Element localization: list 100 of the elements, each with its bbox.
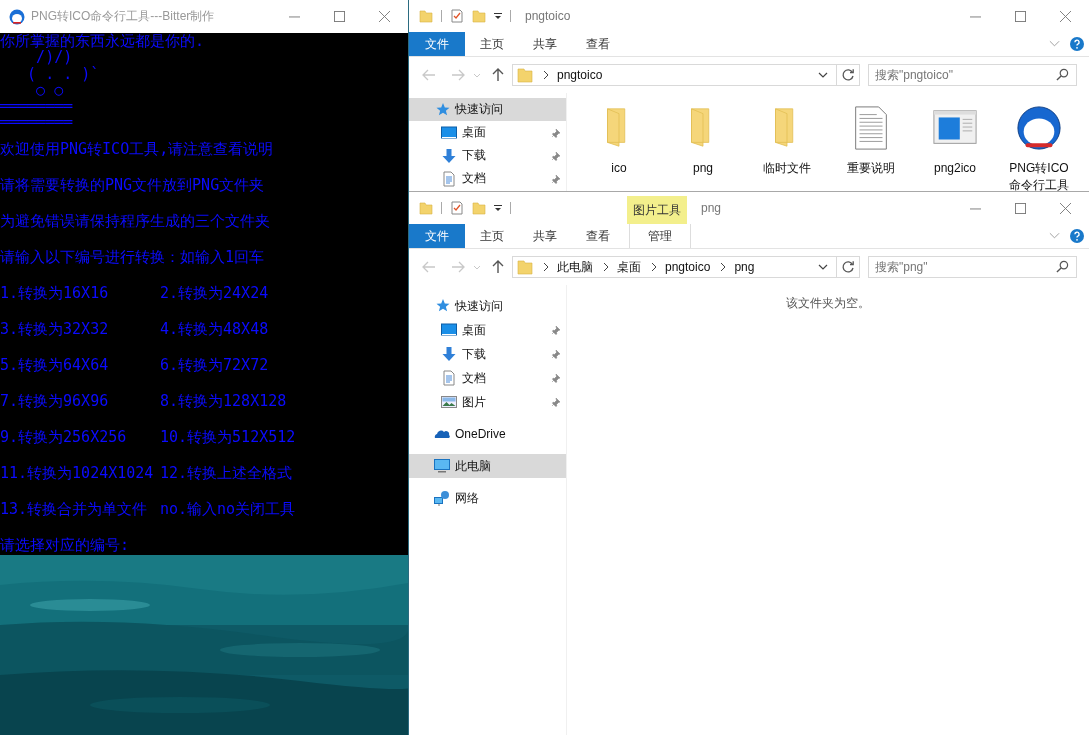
ribbon-tab[interactable]: 文件	[409, 32, 465, 56]
menu-option: 5.转换为64X64	[0, 346, 160, 383]
nav-item[interactable]: 此电脑	[409, 454, 566, 478]
breadcrumb-item[interactable]: pngtoico	[557, 68, 603, 82]
console-text: ( . . )`	[26, 65, 101, 82]
document-icon	[441, 170, 457, 187]
nav-item[interactable]: 图片	[409, 390, 566, 414]
empty-folder-message: 该文件夹为空。	[785, 295, 871, 312]
breadcrumb-item[interactable]: png	[734, 260, 755, 274]
document-icon	[441, 370, 457, 386]
menu-option: 3.转换为32X32	[0, 310, 160, 347]
nav-item[interactable]: 桌面	[409, 121, 566, 144]
file-name[interactable]: png2ico	[923, 160, 987, 177]
nav-item[interactable]: 桌面	[409, 318, 566, 342]
nav-item[interactable]: 下载	[409, 342, 566, 366]
console-text: ════════	[0, 114, 74, 131]
ribbon-tab[interactable]: 共享	[518, 224, 571, 248]
up-arrow-icon[interactable]	[492, 260, 504, 274]
nav-item[interactable]: OneDrive	[409, 422, 566, 446]
menu-option: 9.转换为256X256	[0, 418, 160, 455]
checklist-icon[interactable]	[450, 9, 464, 23]
menu-option: 6.转换为72X72	[160, 346, 408, 383]
ribbon-tab[interactable]: 查看	[571, 224, 624, 248]
search-icon[interactable]	[1056, 260, 1069, 273]
nav-item[interactable]: 快速访问	[409, 98, 566, 121]
menu-option: 8.转换为128X128	[160, 382, 408, 419]
file-name[interactable]: 重要说明	[839, 160, 903, 177]
chevron-right-icon[interactable]	[543, 262, 549, 272]
breadcrumb-item[interactable]: 此电脑	[557, 258, 593, 276]
star-icon	[434, 101, 450, 118]
down-arrow-icon	[441, 346, 457, 362]
ribbon-tab[interactable]: 文件	[409, 224, 465, 248]
file-name[interactable]: 临时文件	[755, 160, 819, 177]
file-name[interactable]: ico	[587, 160, 651, 177]
pin-icon[interactable]	[551, 349, 561, 359]
window-title: pngtoico	[525, 9, 571, 23]
pin-icon[interactable]	[551, 373, 561, 383]
ribbon-tab[interactable]: 共享	[518, 32, 571, 56]
star-icon	[434, 298, 450, 314]
nav-item[interactable]: 文档	[409, 167, 566, 190]
close-icon[interactable]	[1060, 202, 1071, 214]
app-icon[interactable]	[1016, 105, 1062, 151]
menu-option: 13.转换合并为单文件	[0, 490, 160, 527]
console-text: 欢迎使用PNG转ICO工具,请注意查看说明	[0, 139, 274, 158]
search-icon[interactable]	[1056, 68, 1069, 81]
up-arrow-icon[interactable]	[492, 68, 504, 82]
pin-icon[interactable]	[551, 325, 561, 335]
dropdown-caret-icon[interactable]	[818, 264, 828, 270]
pin-icon[interactable]	[551, 397, 561, 407]
search-field[interactable]: 搜索"pngtoico"	[868, 64, 1077, 86]
breadcrumb-item[interactable]: 桌面	[617, 258, 641, 276]
help-icon[interactable]	[1070, 229, 1084, 243]
down-arrow-icon	[441, 147, 457, 164]
file-name[interactable]: PNG转ICO命令行工具	[1007, 160, 1071, 191]
menu-option: no.输入no关闭工具	[160, 490, 408, 527]
nav-item[interactable]: 网络	[409, 486, 566, 510]
address-bar[interactable]: 此电脑 桌面 pngtoico png	[512, 256, 860, 278]
ribbon-tab[interactable]: 主页	[465, 224, 518, 248]
menu-option: 10.转换为512X512	[160, 418, 408, 455]
address-bar[interactable]: pngtoico	[512, 64, 860, 86]
ribbon-tab[interactable]: 主页	[465, 32, 518, 56]
pin-icon[interactable]	[551, 150, 561, 161]
window-title: png	[701, 201, 722, 215]
pin-icon[interactable]	[551, 173, 561, 184]
window-title: PNG转ICO命令行工具---Bitter制作	[31, 8, 215, 25]
file-name[interactable]: png	[671, 160, 735, 177]
console-text: /)/)	[35, 49, 74, 66]
menu-option: 1.转换为16X16	[0, 274, 160, 311]
maximize-icon[interactable]	[334, 11, 345, 22]
nav-item[interactable]: 下载	[409, 144, 566, 167]
close-icon[interactable]	[1060, 10, 1071, 22]
chevron-right-icon[interactable]	[543, 70, 549, 80]
ribbon-tab[interactable]: 管理	[629, 224, 691, 248]
maximize-icon[interactable]	[1015, 10, 1026, 22]
checklist-icon[interactable]	[450, 201, 464, 215]
chevron-right-icon[interactable]	[603, 262, 609, 272]
breadcrumb-item[interactable]: pngtoico	[665, 260, 711, 274]
monitor-icon	[441, 322, 457, 338]
console-text: 请选择对应的编号:	[0, 535, 130, 554]
menu-option: 12.转换上述全格式	[160, 454, 408, 491]
caret-icon[interactable]	[494, 204, 502, 212]
nav-item[interactable]: 快速访问	[409, 294, 566, 318]
console-text: ○ ○	[35, 81, 65, 99]
maximize-icon[interactable]	[1015, 202, 1026, 214]
console-text: 为避免错误请保持程序生成的三个文件夹	[0, 211, 270, 230]
console-text: ════════	[0, 98, 74, 115]
help-icon[interactable]	[1070, 37, 1084, 51]
menu-option: 7.转换为96X96	[0, 382, 160, 419]
menu-option: 4.转换为48X48	[160, 310, 408, 347]
menu-option: 11.转换为1024X1024	[0, 454, 160, 491]
caret-icon[interactable]	[494, 12, 502, 20]
search-field[interactable]: 搜索"png"	[868, 256, 1077, 278]
chevron-right-icon[interactable]	[720, 262, 727, 272]
close-icon[interactable]	[379, 11, 390, 22]
monitor-icon	[441, 124, 457, 141]
ribbon-tab[interactable]: 查看	[571, 32, 624, 56]
chevron-right-icon[interactable]	[651, 262, 657, 272]
pin-icon[interactable]	[551, 127, 561, 138]
dropdown-caret-icon[interactable]	[818, 72, 828, 78]
nav-item[interactable]: 文档	[409, 366, 566, 390]
